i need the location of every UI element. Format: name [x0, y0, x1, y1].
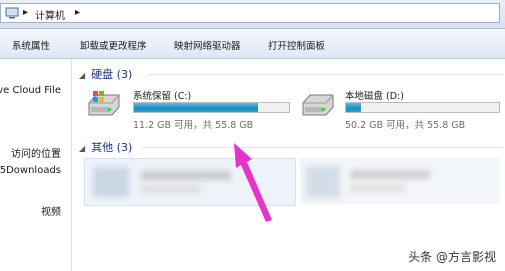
- drive-c-name: 系统保留 (C:): [133, 91, 192, 102]
- blurred-text: [141, 171, 231, 180]
- nav-item-recent-places[interactable]: 访问的位置: [11, 145, 61, 160]
- address-box[interactable]: ▸ 计算机 ▸: [0, 3, 500, 23]
- nav-item-videos[interactable]: 视频: [41, 203, 61, 218]
- local-disk-icon: [302, 94, 334, 116]
- watermark: 头条 @方言影视: [405, 247, 499, 266]
- collapse-triangle-icon[interactable]: ◢: [79, 144, 85, 153]
- blurred-icon: [306, 166, 340, 198]
- open-control-panel-button[interactable]: 打开控制面板: [268, 38, 325, 52]
- other-item-blurred[interactable]: [84, 158, 296, 206]
- blurred-text: [350, 170, 430, 179]
- uninstall-program-button[interactable]: 卸载或更改程序: [80, 38, 147, 52]
- other-group-header[interactable]: ◢ 其他 (3): [79, 139, 132, 155]
- group-separator: [148, 74, 503, 75]
- blurred-icon: [93, 167, 129, 197]
- map-network-drive-button[interactable]: 映射网络驱动器: [174, 38, 241, 52]
- drive-d-name: 本地磁盘 (D:): [345, 91, 404, 102]
- drive-c-usage-fill: [134, 103, 258, 112]
- group-separator: [142, 147, 503, 148]
- system-drive-icon: [88, 91, 120, 116]
- hard-disk-group-label: 硬盘 (3): [91, 68, 133, 81]
- navigation-pane: ative Cloud File 访问的位置 5Downloads 视频: [0, 59, 72, 271]
- blurred-text: [350, 185, 405, 192]
- nav-item-downloads[interactable]: 5Downloads: [0, 165, 61, 176]
- other-group-label: 其他 (3): [91, 141, 133, 154]
- computer-icon: [5, 7, 19, 19]
- content-area: ◢ 硬盘 (3) 系统保留 (C:) 11.2 GB 可用，共 55.8 GB 本…: [72, 59, 505, 271]
- other-item-blurred[interactable]: [300, 158, 500, 204]
- drive-d-usage-fill: [346, 103, 362, 112]
- drive-c-usage-bar: [133, 102, 290, 113]
- command-toolbar: 系统属性 卸载或更改程序 映射网络驱动器 打开控制面板: [0, 29, 505, 59]
- drive-d-free-space: 50.2 GB 可用，共 55.8 GB: [345, 120, 466, 131]
- breadcrumb-chevron-icon[interactable]: ▸: [23, 7, 28, 18]
- system-properties-button[interactable]: 系统属性: [12, 38, 50, 52]
- collapse-triangle-icon[interactable]: ◢: [79, 71, 85, 80]
- address-bar: ▸ 计算机 ▸: [0, 0, 505, 29]
- breadcrumb-computer[interactable]: 计算机: [35, 7, 65, 22]
- drive-c-free-space: 11.2 GB 可用，共 55.8 GB: [133, 120, 254, 131]
- hard-disk-group-header[interactable]: ◢ 硬盘 (3): [79, 66, 132, 82]
- drive-d-usage-bar: [345, 102, 500, 113]
- blurred-text: [141, 186, 201, 193]
- nav-item-creative-cloud[interactable]: ative Cloud File: [0, 85, 61, 96]
- breadcrumb-chevron-icon[interactable]: ▸: [75, 7, 80, 18]
